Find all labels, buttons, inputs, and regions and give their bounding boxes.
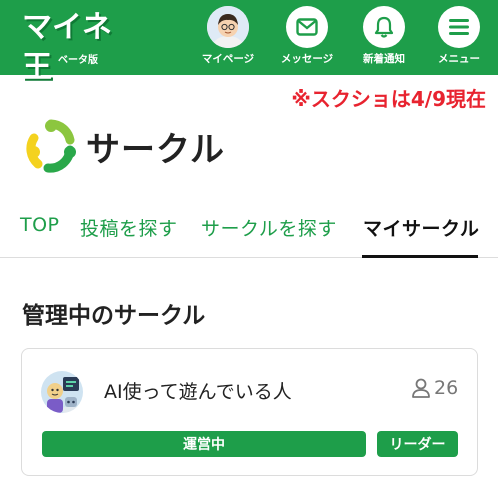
bell-icon <box>363 6 405 48</box>
nav-menu-label: メニュー <box>438 53 480 65</box>
app-header: マイネ王 ベータ版 マイページ メッセージ 新着通知 メニュー <box>0 0 498 85</box>
app-logo[interactable]: マイネ王 ベータ版 <box>22 8 134 85</box>
nav-menu[interactable]: メニュー <box>423 6 495 66</box>
user-avatar-icon <box>207 6 249 48</box>
circle-avatar <box>41 371 83 413</box>
section-title: 管理中のサークル <box>22 303 206 329</box>
tab-search-circles[interactable]: サークルを探す <box>201 214 337 241</box>
hamburger-icon <box>438 6 480 48</box>
logo-text: マイネ王 <box>22 10 112 85</box>
page-header: サークル <box>26 118 225 174</box>
role-badge: リーダー <box>377 431 458 457</box>
active-tab-indicator <box>362 255 478 258</box>
circle-name: AI使って遊んでいる人 <box>104 381 292 403</box>
page-title: サークル <box>86 129 225 170</box>
status-badge: 運営中 <box>42 431 366 457</box>
nav-mypage[interactable]: マイページ <box>192 6 264 66</box>
tab-top[interactable]: TOP <box>20 214 60 236</box>
member-count: 26 <box>434 377 459 399</box>
tab-bar: TOP 投稿を探す サークルを探す マイサークル <box>0 206 498 258</box>
tab-my-circle[interactable]: マイサークル <box>363 214 479 241</box>
nav-notice-label: 新着通知 <box>363 53 405 65</box>
nav-notice[interactable]: 新着通知 <box>348 6 420 66</box>
nav-mypage-label: マイページ <box>201 53 255 65</box>
nav-message[interactable]: メッセージ <box>271 6 343 66</box>
tab-search-posts[interactable]: 投稿を探す <box>80 214 178 241</box>
circle-logo-icon <box>26 119 76 173</box>
person-icon <box>412 378 430 398</box>
envelope-icon <box>286 6 328 48</box>
logo-beta-label: ベータ版 <box>58 55 98 66</box>
circle-card[interactable]: AI使って遊んでいる人 26 運営中 リーダー <box>21 348 478 476</box>
screenshot-date-note: ※スクショは4/9現在 <box>291 87 486 111</box>
nav-message-label: メッセージ <box>280 53 334 65</box>
